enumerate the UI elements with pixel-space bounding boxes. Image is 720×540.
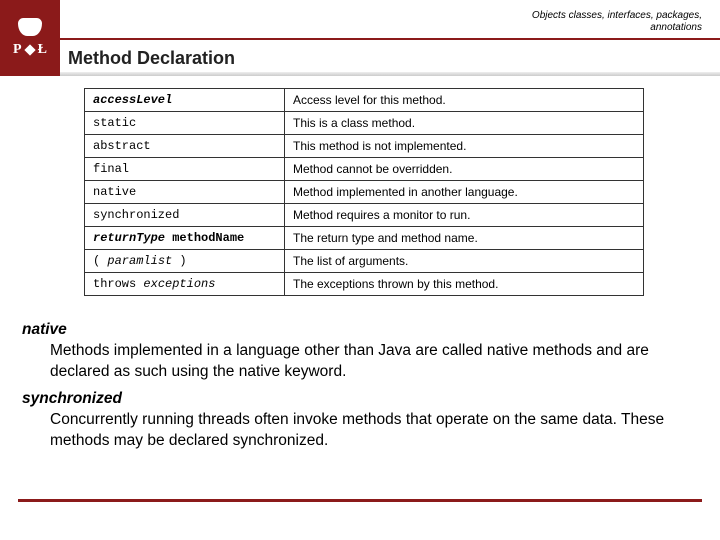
table-row: staticThis is a class method. <box>85 112 644 135</box>
table-row: abstractThis method is not implemented. <box>85 135 644 158</box>
logo-letter-left: P <box>13 42 22 58</box>
logo-diamond-icon <box>24 44 35 55</box>
table-desc: Method cannot be overridden. <box>285 158 644 181</box>
logo-emblem <box>18 18 42 36</box>
table-key: accessLevel <box>85 89 285 112</box>
header-rule <box>60 38 720 40</box>
term-native: native <box>22 320 698 341</box>
table-key: abstract <box>85 135 285 158</box>
footer-rule <box>18 499 702 502</box>
table-row: finalMethod cannot be overridden. <box>85 158 644 181</box>
def-synchronized: Concurrently running threads often invok… <box>50 410 698 452</box>
table-row: accessLevelAccess level for this method. <box>85 89 644 112</box>
page-title: Method Declaration <box>68 48 235 69</box>
table-desc: Method implemented in another language. <box>285 181 644 204</box>
table-row: returnType methodNameThe return type and… <box>85 227 644 250</box>
table-desc: The exceptions thrown by this method. <box>285 273 644 296</box>
table-key: ( paramlist ) <box>85 250 285 273</box>
table-key: throws exceptions <box>85 273 285 296</box>
table-desc: Access level for this method. <box>285 89 644 112</box>
table-key: final <box>85 158 285 181</box>
breadcrumb: Objects classes, interfaces, packages, a… <box>532 10 702 34</box>
table-key: native <box>85 181 285 204</box>
table-row: synchronizedMethod requires a monitor to… <box>85 204 644 227</box>
table-desc: This is a class method. <box>285 112 644 135</box>
title-underbar <box>60 72 720 76</box>
term-synchronized: synchronized <box>22 389 698 410</box>
institution-logo: P Ł <box>0 0 60 76</box>
table-desc: The list of arguments. <box>285 250 644 273</box>
table-row: nativeMethod implemented in another lang… <box>85 181 644 204</box>
body-text: native Methods implemented in a language… <box>22 320 698 452</box>
method-declaration-table: accessLevelAccess level for this method.… <box>84 88 644 296</box>
def-native: Methods implemented in a language other … <box>50 341 698 383</box>
table-row: throws exceptionsThe exceptions thrown b… <box>85 273 644 296</box>
table-key: static <box>85 112 285 135</box>
table-desc: This method is not implemented. <box>285 135 644 158</box>
table-desc: The return type and method name. <box>285 227 644 250</box>
breadcrumb-line2: annotations <box>532 22 702 34</box>
table-key: returnType methodName <box>85 227 285 250</box>
logo-letter-right: Ł <box>38 42 47 58</box>
table-row: ( paramlist )The list of arguments. <box>85 250 644 273</box>
table-key: synchronized <box>85 204 285 227</box>
breadcrumb-line1: Objects classes, interfaces, packages, <box>532 10 702 22</box>
slide-header: P Ł Objects classes, interfaces, package… <box>0 0 720 76</box>
logo-letters: P Ł <box>13 42 47 58</box>
table-desc: Method requires a monitor to run. <box>285 204 644 227</box>
